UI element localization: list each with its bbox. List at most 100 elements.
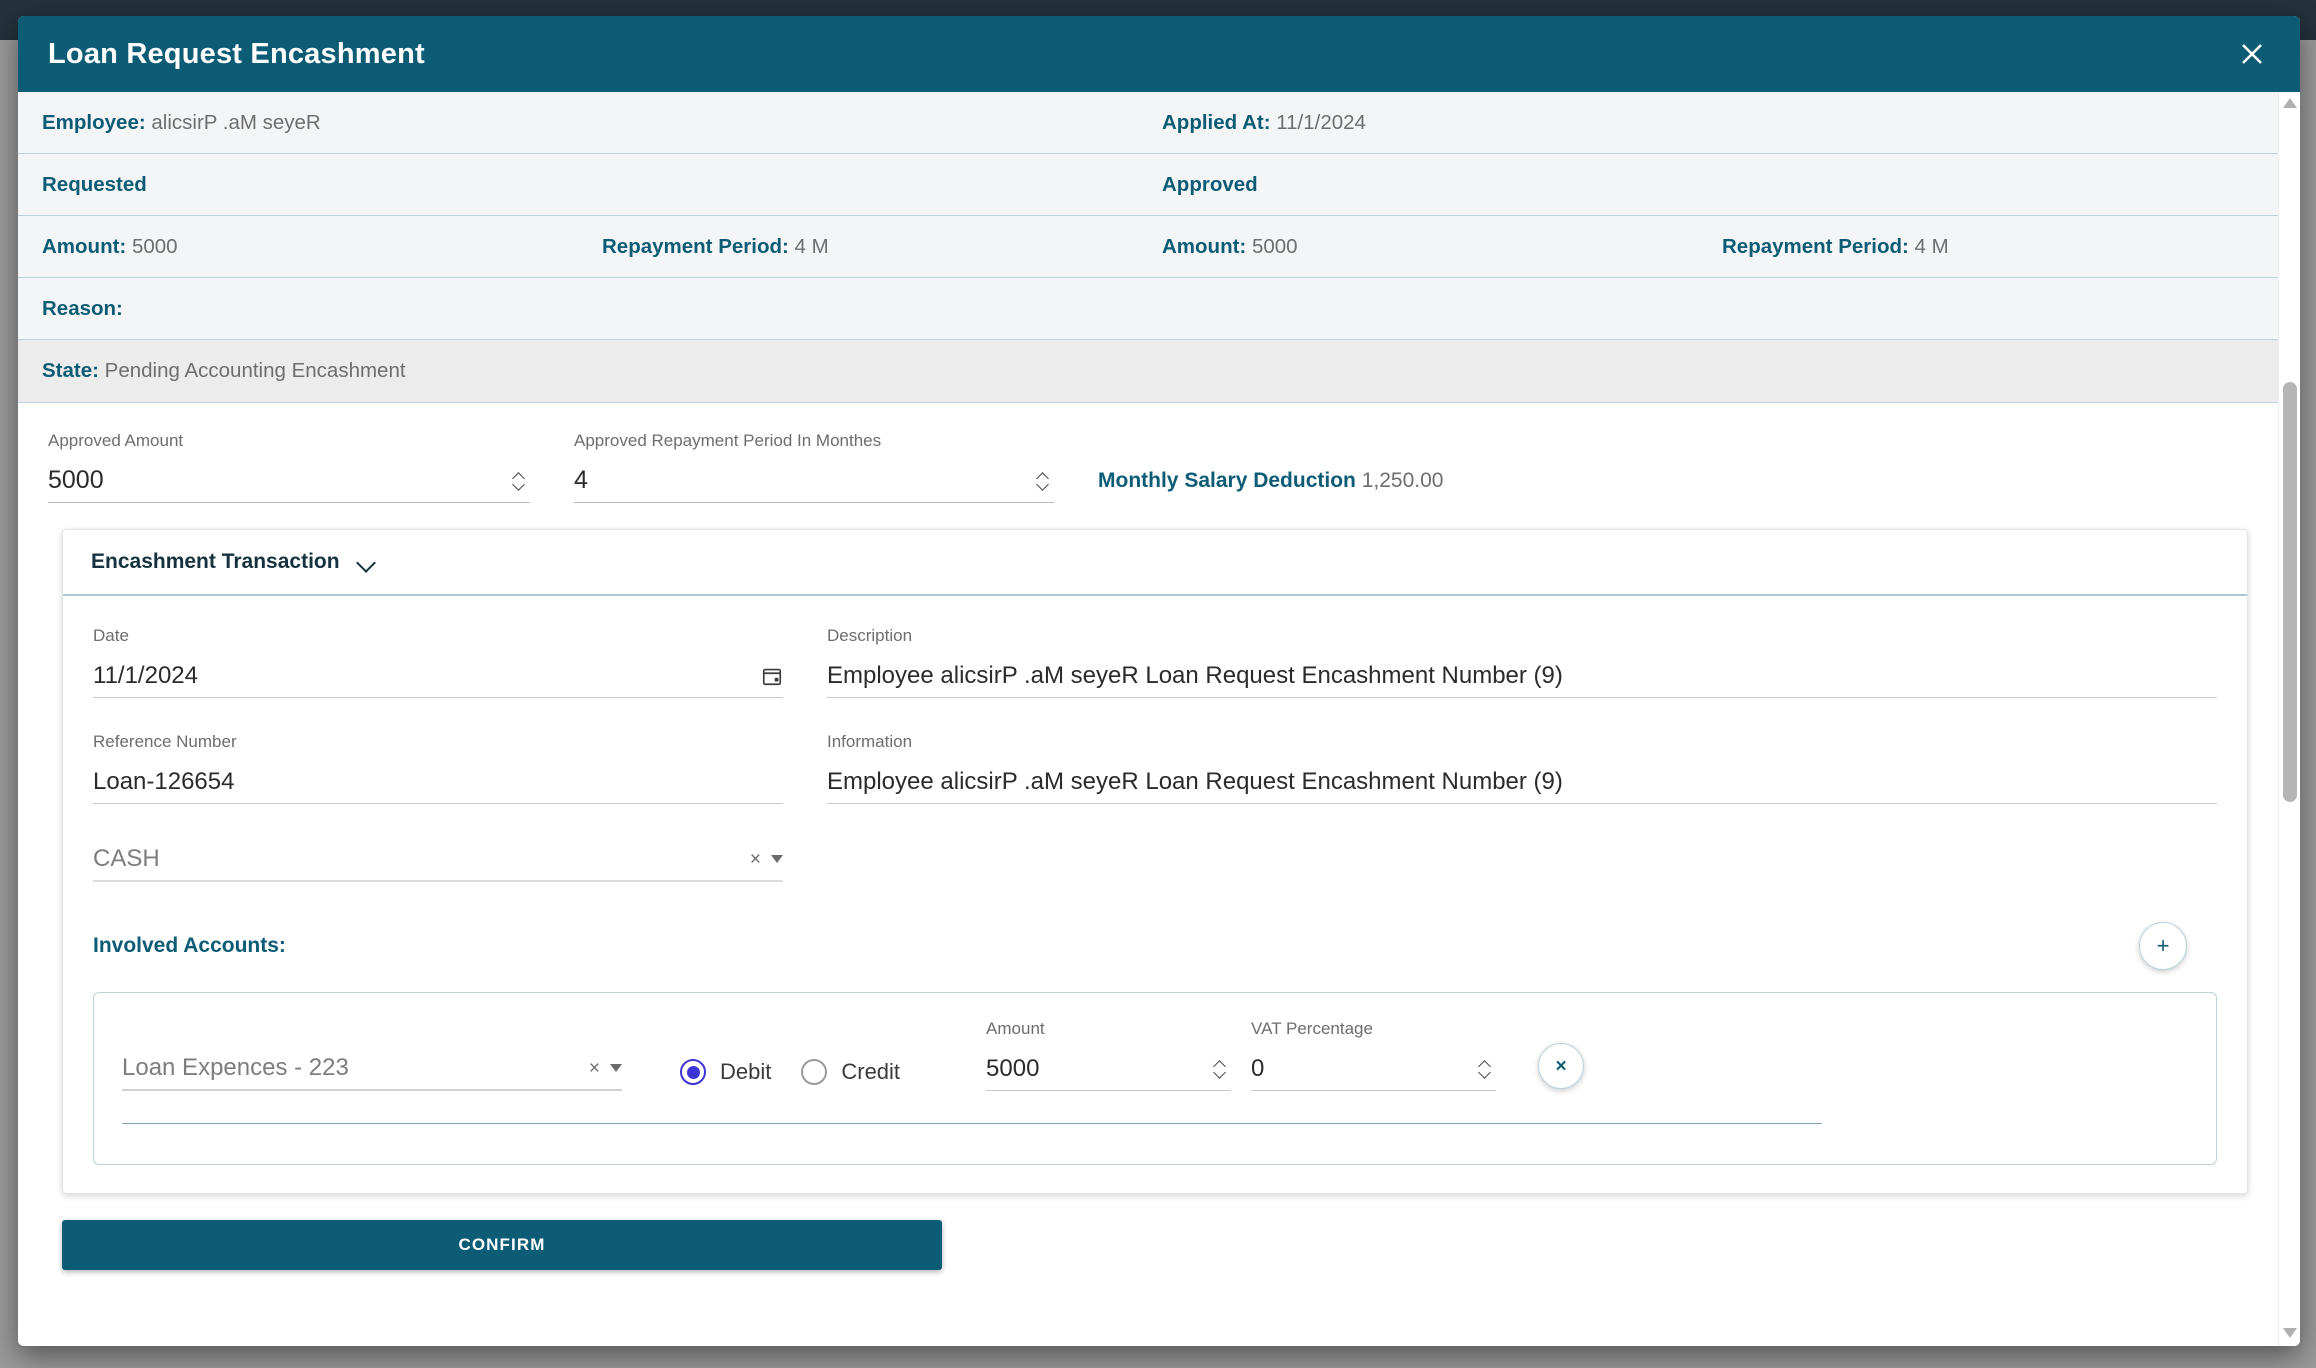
- applied-at-value: 11/1/2024: [1276, 111, 1366, 134]
- encashment-fields-grid: Date 11/1/2024: [93, 626, 2217, 916]
- approved-amount-input[interactable]: 5000: [48, 459, 530, 503]
- vertical-scrollbar[interactable]: [2278, 92, 2300, 1346]
- scroll-up-arrow-icon[interactable]: [2283, 98, 2297, 110]
- description-input[interactable]: Employee alicsirP .aM seyeR Loan Request…: [827, 654, 2217, 698]
- employee-label: Employee:: [42, 111, 146, 134]
- payment-method-tools: ×: [750, 850, 783, 869]
- confirm-button[interactable]: CONFIRM: [62, 1220, 942, 1270]
- encashment-left-column: Date 11/1/2024: [93, 626, 783, 916]
- description-value: Employee alicsirP .aM seyeR Loan Request…: [827, 662, 2217, 690]
- close-dialog-button[interactable]: [2230, 32, 2274, 76]
- description-label: Description: [827, 626, 2217, 646]
- account-row-divider: [122, 1123, 1822, 1124]
- reference-number-input[interactable]: Loan-126654: [93, 760, 783, 804]
- loan-summary-table: Employee: alicsirP .aM seyeR Applied At:…: [18, 92, 2278, 403]
- approved-amount-label: Amount:: [1162, 235, 1246, 258]
- date-value: 11/1/2024: [93, 662, 761, 690]
- debit-label: Debit: [720, 1059, 771, 1085]
- involved-account-row: Loan Expences - 223 ×: [93, 992, 2217, 1165]
- approved-amount-stepper[interactable]: [508, 473, 530, 489]
- credit-radio-item[interactable]: Credit: [801, 1059, 900, 1085]
- approved-header: Approved: [1162, 173, 1258, 196]
- payment-method-value: CASH: [93, 845, 750, 873]
- dialog-scroll-content: Employee: alicsirP .aM seyeR Applied At:…: [18, 92, 2278, 1346]
- approved-inputs-area: Approved Amount 5000 Approved Repayment …: [18, 403, 2278, 519]
- summary-row-amounts: Amount: 5000 Repayment Period: 4 M Amoun…: [18, 216, 2278, 278]
- approved-period-stepper[interactable]: [1032, 473, 1054, 489]
- payment-method-select[interactable]: CASH ×: [93, 838, 783, 882]
- requested-amount-cell: Amount: 5000: [18, 235, 578, 259]
- account-amount-label: Amount: [986, 1019, 1231, 1039]
- account-amount-input[interactable]: 5000: [986, 1047, 1231, 1091]
- approved-amount-input-value: 5000: [48, 466, 508, 495]
- account-select-tools: ×: [589, 1059, 622, 1078]
- dialog-footer: CONFIRM: [18, 1194, 2278, 1270]
- dropdown-caret-icon[interactable]: [610, 1064, 622, 1072]
- reference-number-value: Loan-126654: [93, 768, 783, 796]
- debit-radio-item[interactable]: Debit: [680, 1059, 771, 1085]
- credit-radio[interactable]: [801, 1059, 827, 1085]
- approved-amount-cell: Amount: 5000: [1138, 235, 1698, 259]
- applied-at-label: Applied At:: [1162, 111, 1271, 134]
- encashment-transaction-card: Encashment Transaction Date 11/1/2024: [62, 529, 2248, 1194]
- requested-period-value: 4 M: [795, 235, 829, 258]
- account-vat-input[interactable]: 0: [1251, 1047, 1496, 1091]
- encashment-transaction-header[interactable]: Encashment Transaction: [63, 530, 2247, 596]
- payment-method-field: CASH ×: [93, 838, 783, 882]
- approved-period-input[interactable]: 4: [574, 459, 1054, 503]
- date-input[interactable]: 11/1/2024: [93, 654, 783, 698]
- clear-icon[interactable]: ×: [750, 850, 761, 869]
- account-select[interactable]: Loan Expences - 223 ×: [122, 1047, 622, 1091]
- account-vat-stepper[interactable]: [1474, 1061, 1496, 1077]
- chevron-down-icon[interactable]: [356, 556, 376, 568]
- scroll-down-arrow-icon[interactable]: [2283, 1328, 2297, 1340]
- debit-radio[interactable]: [680, 1059, 706, 1085]
- requested-header: Requested: [42, 173, 147, 196]
- approved-period-label: Repayment Period:: [1722, 235, 1909, 258]
- chevron-down-icon[interactable]: [513, 482, 525, 489]
- calendar-icon[interactable]: [761, 665, 783, 687]
- information-field: Information Employee alicsirP .aM seyeR …: [827, 732, 2217, 804]
- reason-label: Reason:: [42, 297, 123, 320]
- dropdown-caret-icon[interactable]: [771, 855, 783, 863]
- approved-period-field: Approved Repayment Period In Monthes 4: [574, 431, 1054, 503]
- reference-number-field: Reference Number Loan-126654: [93, 732, 783, 804]
- encashment-right-column: Description Employee alicsirP .aM seyeR …: [827, 626, 2217, 916]
- approved-amount-input-label: Approved Amount: [48, 431, 530, 451]
- information-label: Information: [827, 732, 2217, 752]
- approved-amount-value: 5000: [1252, 235, 1298, 258]
- add-account-button[interactable]: +: [2139, 922, 2187, 970]
- account-amount-value: 5000: [986, 1055, 1209, 1083]
- account-vat-field: VAT Percentage 0: [1251, 1019, 1496, 1091]
- remove-account-cell: ×: [1538, 1043, 1584, 1091]
- account-amount-field: Amount 5000: [986, 1019, 1231, 1091]
- involved-accounts-header: Involved Accounts: +: [93, 922, 2217, 970]
- approved-period-input-label: Approved Repayment Period In Monthes: [574, 431, 1054, 451]
- requested-amount-value: 5000: [132, 235, 178, 258]
- account-vat-value: 0: [1251, 1055, 1474, 1083]
- scrollbar-thumb[interactable]: [2283, 382, 2297, 802]
- state-cell: State: Pending Accounting Encashment: [18, 359, 2278, 383]
- reason-cell: Reason:: [18, 297, 2278, 321]
- credit-label: Credit: [841, 1059, 900, 1085]
- debit-credit-radio-group: Debit Credit: [680, 1059, 900, 1091]
- dialog-title: Loan Request Encashment: [48, 38, 425, 71]
- loan-request-encashment-dialog: Loan Request Encashment Employee: alicsi…: [18, 16, 2300, 1346]
- involved-accounts-title: Involved Accounts:: [93, 934, 286, 958]
- summary-row-employee: Employee: alicsirP .aM seyeR Applied At:…: [18, 92, 2278, 154]
- chevron-down-icon[interactable]: [1214, 1070, 1226, 1077]
- summary-row-reason: Reason:: [18, 278, 2278, 340]
- encashment-transaction-title: Encashment Transaction: [91, 550, 340, 574]
- chevron-down-icon[interactable]: [1479, 1070, 1491, 1077]
- remove-account-button[interactable]: ×: [1538, 1043, 1584, 1089]
- account-amount-stepper[interactable]: [1209, 1061, 1231, 1077]
- information-input[interactable]: Employee alicsirP .aM seyeR Loan Request…: [827, 760, 2217, 804]
- clear-icon[interactable]: ×: [589, 1059, 600, 1078]
- date-label: Date: [93, 626, 783, 646]
- state-value: Pending Accounting Encashment: [105, 359, 406, 382]
- account-value: Loan Expences - 223: [122, 1054, 589, 1082]
- approved-amount-field: Approved Amount 5000: [48, 431, 530, 503]
- date-field: Date 11/1/2024: [93, 626, 783, 698]
- chevron-down-icon[interactable]: [1037, 482, 1049, 489]
- requested-period-cell: Repayment Period: 4 M: [578, 235, 1138, 259]
